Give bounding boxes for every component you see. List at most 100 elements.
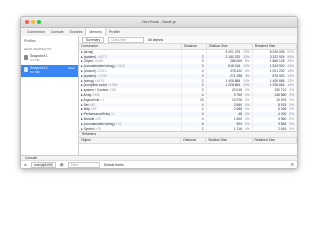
devtools-window: DevTools - Node.js Connection Console So… — [20, 16, 298, 169]
constructor-table-container: Constructor Distance Shallow Size Retain… — [79, 44, 297, 132]
constructor-cell-value: ▸ (system) — [81, 54, 97, 59]
shallow-size-cell-secondary: 5% — [244, 59, 250, 64]
console-toolbar: ⊘ nodejs[8456] 👁 Filter Default levels ⚙ — [21, 160, 297, 168]
table-body: ▸ (array) 5 001 376 79% 6 026 008 97% ▸ (s… — [79, 49, 297, 132]
retained-size-cell-value: 190 712 — [274, 88, 287, 93]
retained-size-cell-value: 10 976 — [276, 97, 287, 102]
retained-size-cell-secondary: 0% — [289, 102, 294, 107]
distance-cell-value: 2 — [201, 126, 204, 131]
column-distance[interactable]: Distance — [180, 138, 207, 145]
shallow-size-cell-value: 3 560 — [233, 102, 243, 107]
context-select[interactable]: nodejs[8456] — [30, 161, 56, 168]
constructor-cell-value: ▸ Set — [81, 102, 89, 107]
shallow-size-cell-value: 5 001 376 — [225, 49, 241, 54]
constructor-cell-secondary: ×1 — [100, 97, 105, 102]
window-title: DevTools - Node.js — [142, 19, 176, 24]
retained-size-cell-value: 146 560 — [274, 92, 287, 97]
minimize-window-button[interactable] — [31, 20, 35, 24]
class-filter-input[interactable]: Class filter — [108, 36, 145, 43]
distance-cell-value: 6 — [201, 121, 204, 126]
shallow-size-cell-secondary: 79% — [243, 49, 250, 54]
shallow-size-cell-secondary: 22% — [243, 78, 250, 83]
retained-size-cell-value: 1 543 920 — [269, 64, 285, 69]
retained-size-cell-value: 1 868 128 — [269, 59, 285, 64]
constructor-cell-value: ▸ (concatenated string) — [81, 121, 115, 126]
retained-size-cell-value: 5 008 — [278, 107, 287, 112]
distance-cell-value: 2 — [201, 54, 204, 59]
retained-size-cell-value: 3 960 — [278, 116, 287, 121]
shallow-size-cell-secondary: 0% — [244, 97, 250, 102]
save-snapshot-link[interactable]: Save — [68, 66, 75, 70]
distance-cell-value: 2 — [201, 78, 204, 83]
constructor-cell-value: ▸ (array) — [81, 49, 94, 54]
shallow-size-cell-secondary: 0% — [244, 102, 250, 107]
shallow-size-cell-secondary: 4% — [244, 73, 250, 78]
constructor-cell-value: ▸ (concatenated string) — [81, 64, 115, 69]
retained-size-cell-secondary: 29% — [287, 59, 294, 64]
shallow-size-cell-value: 2 150 232 — [225, 54, 241, 59]
tab-console[interactable]: Console — [48, 28, 67, 36]
close-window-button[interactable] — [25, 20, 29, 24]
constructor-cell-value: ▸ Map — [81, 107, 90, 112]
log-levels-select[interactable]: Default levels — [104, 163, 124, 167]
tab-sources[interactable]: Sources — [67, 28, 86, 36]
shallow-size-cell-value: 23 016 — [231, 88, 243, 93]
distance-cell-value: 4 — [201, 92, 204, 97]
column-object[interactable]: Object — [79, 138, 182, 145]
snapshot-item-selected[interactable]: Snapshot 2 5.6 MB Save — [21, 65, 78, 77]
column-shallow-size[interactable]: Shallow Size — [205, 138, 253, 145]
shallow-size-cell-value: 9 760 — [233, 92, 243, 97]
constructor-cell-value: ▸ (compiled code) — [81, 83, 108, 88]
constructor-cell-value: ▸ Symbol — [81, 126, 95, 131]
constructor-table: Constructor Distance Shallow Size Retain… — [79, 44, 297, 132]
snapshot-item[interactable]: Snapshot 1 5.5 MB — [21, 53, 78, 65]
shallow-size-cell-value: 1 216 — [233, 126, 243, 131]
objects-select[interactable]: All objects — [148, 38, 163, 42]
shallow-size-cell-value: 1 408 888 — [225, 78, 241, 83]
title-bar: DevTools - Node.js — [21, 17, 297, 28]
retained-size-cell-value: 3 222 924 — [269, 54, 285, 59]
shallow-size-cell-value: 286 600 — [230, 59, 243, 64]
shallow-size-cell-value: 2 688 — [233, 107, 243, 112]
retained-size-cell-secondary: 16% — [287, 68, 294, 73]
tab-memory[interactable]: Memory — [85, 28, 107, 36]
clear-console-icon[interactable]: ⊘ — [24, 163, 27, 167]
shallow-size-cell-secondary: 0% — [244, 92, 250, 97]
view-select[interactable]: Summary — [82, 36, 105, 43]
constructor-cell-secondary: ×1098 — [107, 83, 118, 88]
tab-connection[interactable]: Connection — [24, 28, 48, 36]
constructor-cell-value: ▸ Object — [81, 59, 94, 64]
shallow-size-cell-value: 618 016 — [228, 64, 241, 69]
retainers-panel: Retainers Object Distance Shallow Size R… — [79, 131, 297, 156]
eye-icon[interactable]: 👁 — [60, 163, 64, 167]
distance-cell-value: 2 — [201, 68, 204, 73]
snapshot-size: 5.6 MB — [30, 70, 40, 74]
retained-size-cell-value: 1 001 232 — [269, 68, 285, 73]
distance-cell-value: 4 — [201, 116, 204, 121]
constructor-cell-secondary: ×83 — [90, 107, 97, 112]
heap-snapshots-section: HEAP SNAPSHOTS — [24, 47, 52, 51]
constructor-cell-value: ▸ Array — [81, 92, 92, 97]
gear-icon[interactable]: ⚙ — [290, 162, 294, 167]
constructor-cell-secondary: ×1542 — [115, 64, 125, 69]
console-filter-input[interactable]: Filter — [67, 161, 100, 168]
distance-cell-value: 2 — [201, 73, 204, 78]
retained-size-cell-secondary: 24% — [287, 64, 294, 69]
maximize-window-button[interactable] — [37, 20, 41, 24]
constructor-cell-secondary: ×76 — [95, 126, 102, 131]
shallow-size-cell-value: 378 400 — [230, 68, 243, 73]
tab-profiler[interactable]: Profiler — [106, 28, 123, 36]
column-retained-size[interactable]: Retained Size — [252, 138, 297, 145]
constructor-cell-value: ▸ (closure) — [81, 68, 97, 73]
distance-cell-value: 4 — [201, 112, 204, 117]
shallow-size-cell-value: 271 288 — [230, 73, 243, 78]
shallow-size-cell-secondary: 0% — [244, 121, 250, 126]
retained-size-cell-secondary: 0% — [289, 112, 294, 117]
retained-size-cell-secondary: 0% — [289, 121, 294, 126]
constructor-cell-secondary: ×361 — [109, 88, 117, 93]
retained-size-cell-secondary: 0% — [289, 126, 294, 131]
shallow-size-cell-value: 1 600 — [233, 116, 243, 121]
retained-size-cell-value: 8 576 — [278, 102, 287, 107]
shallow-size-cell-secondary: 0% — [244, 107, 250, 112]
constructor-cell-value: ▸ Arguments — [81, 97, 100, 102]
